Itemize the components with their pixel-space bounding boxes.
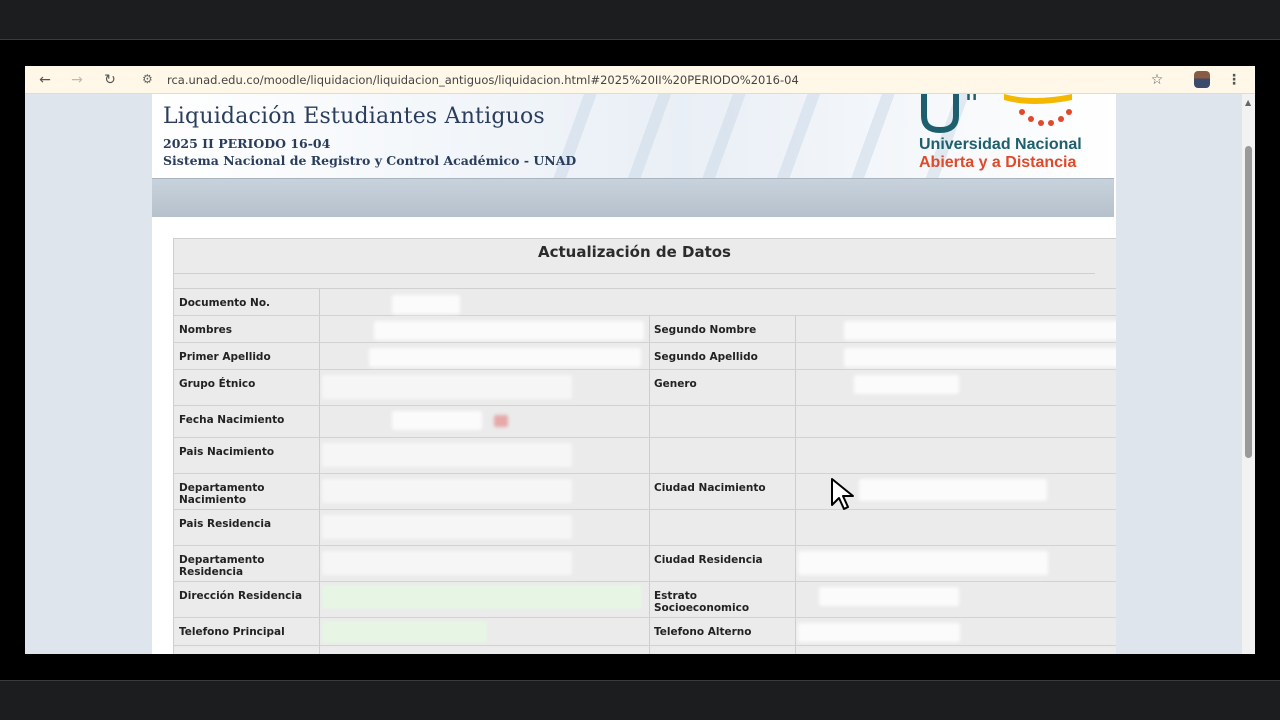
primer-apellido-field[interactable] [369,348,641,367]
period-label: 2025 II PERIODO 16-04 [163,136,331,151]
label-documento: Documento No. [179,297,271,309]
bottom-letterbox-bar [0,680,1280,720]
label-genero: Genero [654,378,697,390]
form-title-separator [174,288,1116,289]
page-title: Liquidación Estudiantes Antiguos [163,104,545,129]
segundo-apellido-field[interactable] [844,348,1116,367]
grid-line [174,645,1116,646]
logo-text-line2: Abierta y a Distancia [919,154,1077,171]
label-departamento-nacimiento: Departamento Nacimiento [179,482,265,506]
label-ciudad-residencia: Ciudad Residencia [654,554,763,566]
system-name: Sistema Nacional de Registro y Control A… [163,153,577,168]
scrollbar-thumb[interactable] [1245,146,1252,458]
page-content: Liquidación Estudiantes Antiguos 2025 II… [152,94,1116,654]
label-direccion-residencia: Dirección Residencia [179,590,303,602]
label-segundo-nombre: Segundo Nombre [654,324,757,336]
profile-avatar[interactable] [1194,71,1210,88]
grid-line [319,289,320,654]
unad-logo: n Universidad Nacional Abierta y a Dista… [912,94,1092,179]
label-telefono-alterno: Telefono Alterno [654,626,752,638]
nombres-field[interactable] [374,321,644,340]
grid-line [174,315,1116,316]
grid-line [174,405,1116,406]
grid-line [174,437,1116,438]
unad-logo-mark-icon: n [921,94,1072,134]
grupo-etnico-select[interactable] [322,375,572,399]
telefono-alterno-field[interactable] [798,623,960,642]
fecha-nacimiento-field[interactable] [392,411,482,430]
reload-icon[interactable]: ↻ [100,70,120,90]
browser-window: ← → ↻ ⚙ rca.unad.edu.co/moodle/liquidaci… [25,66,1255,654]
grid-line [174,545,1116,546]
banner-background-pattern [552,94,972,179]
grid-line [174,342,1116,343]
ciudad-residencia-select[interactable] [798,551,1048,575]
browser-toolbar: ← → ↻ ⚙ rca.unad.edu.co/moodle/liquidaci… [25,66,1255,94]
back-arrow-icon[interactable]: ← [35,70,55,90]
label-grupo-etnico: Grupo Étnico [179,378,256,390]
label-nombres: Nombres [179,324,233,336]
telefono-principal-field[interactable] [322,621,487,643]
menu-kebab-icon[interactable]: ⋮ [1224,70,1244,90]
documento-field[interactable] [392,295,460,314]
grid-line [174,369,1116,370]
grid-line [649,315,650,654]
label-telefono-principal: Telefono Principal [179,626,285,638]
direccion-residencia-field[interactable] [322,585,642,609]
grid-line [174,473,1116,474]
data-update-form: Actualización de Datos Documento No. Nom… [173,238,1116,654]
segundo-nombre-field[interactable] [844,321,1116,340]
estrato-select[interactable] [819,587,959,606]
grid-line [174,581,1116,582]
label-primer-apellido: Primer Apellido [179,351,271,363]
grid-line [174,617,1116,618]
scroll-up-arrow-icon[interactable]: ▲ [1245,98,1251,107]
ciudad-nacimiento-select[interactable] [859,479,1047,501]
logo-text-line1: Universidad Nacional [919,136,1082,153]
star-icon[interactable]: ☆ [1147,70,1167,90]
pais-nacimiento-select[interactable] [322,443,572,467]
svg-text:n: n [966,94,977,104]
label-estrato: Estrato Socioeconomico [654,590,750,614]
address-bar[interactable]: rca.unad.edu.co/moodle/liquidacion/liqui… [167,73,799,87]
label-pais-residencia: Pais Residencia [179,518,272,530]
grid-line [795,315,796,654]
header-divider-bar [152,178,1114,217]
label-ciudad-nacimiento: Ciudad Nacimiento [654,482,766,494]
genero-select[interactable] [854,375,959,394]
label-fecha-nacimiento: Fecha Nacimiento [179,414,285,426]
header-banner: Liquidación Estudiantes Antiguos 2025 II… [152,94,1116,179]
grid-line [174,509,1116,510]
pais-residencia-select[interactable] [322,515,572,539]
top-letterbox-bar [0,0,1280,40]
mouse-pointer-icon [831,478,854,510]
form-title: Actualización de Datos [174,239,1095,274]
calendar-icon[interactable] [494,415,508,427]
label-segundo-apellido: Segundo Apellido [654,351,758,363]
forward-arrow-icon[interactable]: → [67,70,87,90]
departamento-residencia-select[interactable] [322,551,572,575]
departamento-nacimiento-select[interactable] [322,479,572,503]
page-scrollbar[interactable]: ▲ [1242,94,1255,654]
label-departamento-residencia: Departamento Residencia [179,554,265,578]
site-info-icon[interactable]: ⚙ [142,72,153,86]
label-pais-nacimiento: Pais Nacimiento [179,446,275,458]
